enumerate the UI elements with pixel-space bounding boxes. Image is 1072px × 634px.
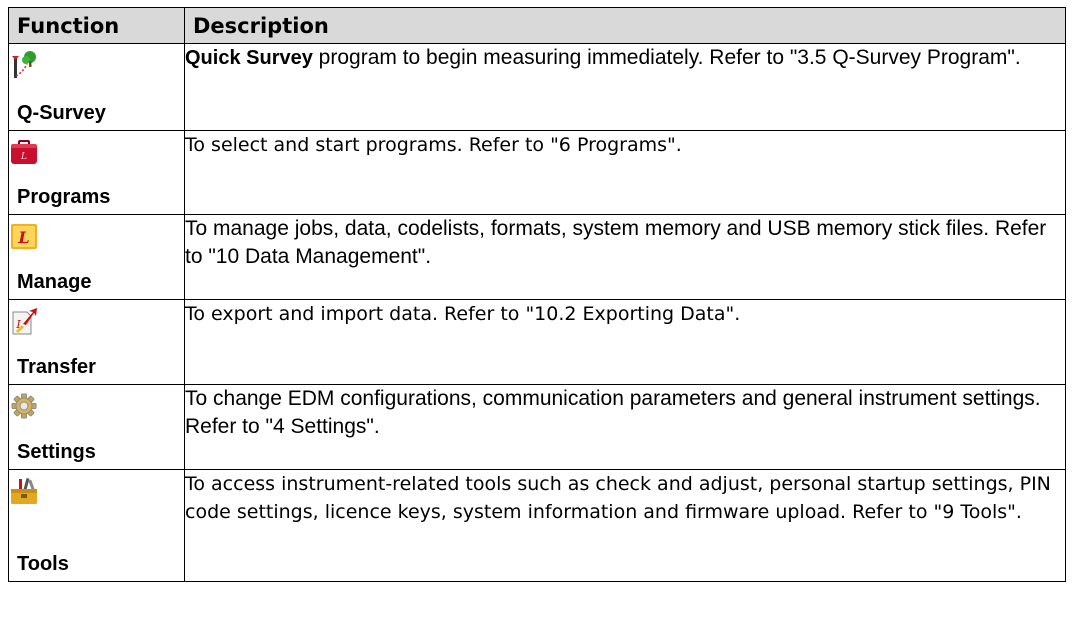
function-name: Transfer — [17, 356, 96, 378]
function-cell: L Transfer — [8, 299, 185, 385]
transfer-arrow-icon: L — [12, 308, 37, 335]
function-name: Tools — [17, 553, 69, 575]
gear-icon — [11, 393, 37, 419]
description-cell: To manage jobs, data, codelists, formats… — [184, 214, 1066, 300]
function-name: Settings — [17, 441, 96, 463]
function-name: Q-Survey — [17, 102, 106, 124]
table-row: Q-Survey Quick Survey program to begin m… — [8, 43, 1066, 131]
table-row: Settings To change EDM configurations, c… — [8, 384, 1066, 470]
header-row: Function Description — [8, 7, 1066, 44]
function-cell: L Programs — [8, 130, 185, 215]
function-cell: Settings — [8, 384, 185, 470]
table-row: L Programs To select and start programs.… — [8, 130, 1066, 215]
description-text: program to begin measuring immediately. … — [312, 46, 1021, 69]
description-cell: To access instrument-related tools such … — [184, 469, 1066, 582]
red-case-icon: L — [11, 140, 37, 164]
function-cell: L Manage — [8, 214, 185, 300]
svg-text:L: L — [20, 152, 27, 162]
function-cell: Tools — [8, 469, 185, 582]
table-row: L Transfer To export and import data. Re… — [8, 299, 1066, 385]
table-row: L Manage To manage jobs, data, codelists… — [8, 214, 1066, 300]
description-cell: Quick Survey program to begin measuring … — [184, 43, 1066, 131]
function-header: Function — [8, 7, 185, 44]
survey-pole-tree-icon — [12, 51, 36, 78]
table-row: Tools To access instrument-related tools… — [8, 469, 1066, 582]
folder-icon: L — [11, 224, 37, 249]
description-cell: To export and import data. Refer to "10.… — [184, 299, 1066, 385]
description-header: Description — [184, 7, 1066, 44]
function-name: Programs — [17, 186, 111, 208]
function-table: Function Description Q-Survey Quick Surv… — [8, 7, 1066, 582]
description-cell: To select and start programs. Refer to "… — [184, 130, 1066, 215]
description-bold: Quick Survey — [185, 47, 313, 69]
description-cell: To change EDM configurations, communicat… — [184, 384, 1066, 470]
toolbox-icon — [11, 477, 37, 504]
function-name: Manage — [17, 271, 92, 293]
function-cell: Q-Survey — [8, 43, 185, 131]
svg-text:L: L — [17, 228, 29, 247]
